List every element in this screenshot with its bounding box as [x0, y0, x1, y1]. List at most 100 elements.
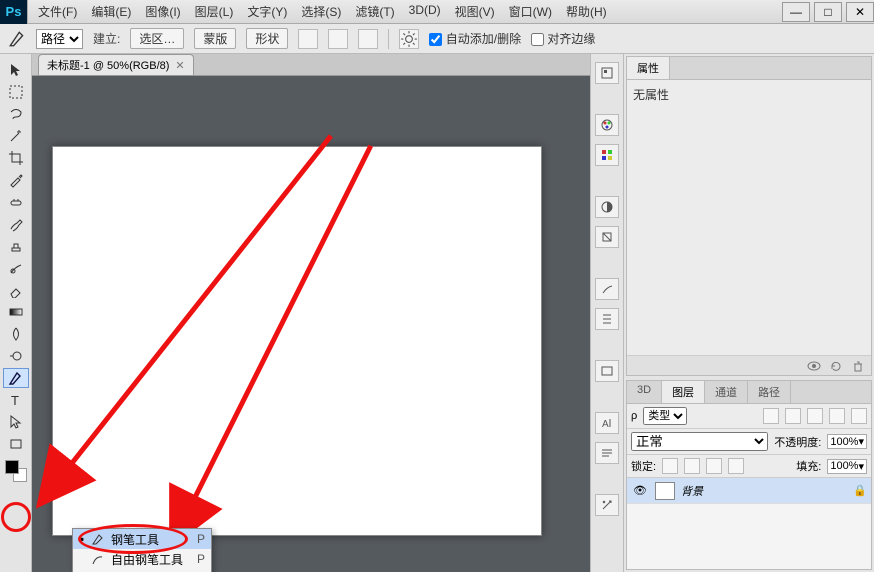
- foreground-color-icon[interactable]: [5, 460, 19, 474]
- properties-body: 无属性: [627, 80, 871, 355]
- titlebar: Ps 文件(F) 编辑(E) 图像(I) 图层(L) 文字(Y) 选择(S) 滤…: [0, 0, 874, 24]
- blend-mode-select[interactable]: 正常: [631, 432, 768, 451]
- color-swatch[interactable]: [5, 460, 27, 482]
- menu-image[interactable]: 图像(I): [145, 3, 180, 20]
- lock-transparency-icon[interactable]: [662, 458, 678, 474]
- gear-icon[interactable]: [399, 29, 419, 49]
- filter-pixel-icon[interactable]: [763, 408, 779, 424]
- opacity-value[interactable]: 100% ▾: [827, 434, 867, 449]
- clone-stamp-tool[interactable]: [3, 236, 29, 256]
- path-op-icon-1[interactable]: [298, 29, 318, 49]
- eye-icon[interactable]: [807, 359, 821, 373]
- menu-help[interactable]: 帮助(H): [566, 3, 607, 20]
- separator: [388, 29, 389, 49]
- menu-select[interactable]: 选择(S): [301, 3, 341, 20]
- move-tool[interactable]: [3, 60, 29, 80]
- make-selection-button[interactable]: 选区…: [130, 28, 184, 49]
- rectangle-tool[interactable]: [3, 434, 29, 454]
- tab-3d[interactable]: 3D: [627, 381, 662, 403]
- menu-view[interactable]: 视图(V): [455, 3, 495, 20]
- path-op-icon-2[interactable]: [328, 29, 348, 49]
- color-panel-icon[interactable]: [595, 114, 619, 136]
- tab-properties[interactable]: 属性: [627, 57, 670, 79]
- tool-mode-select[interactable]: 路径: [36, 29, 83, 49]
- lasso-tool[interactable]: [3, 104, 29, 124]
- menu-filter[interactable]: 滤镜(T): [355, 3, 394, 20]
- styles-panel-icon[interactable]: [595, 226, 619, 248]
- reset-icon[interactable]: [829, 359, 843, 373]
- maximize-button[interactable]: □: [814, 2, 842, 22]
- menu-file[interactable]: 文件(F): [38, 3, 77, 20]
- info-panel-icon[interactable]: [595, 360, 619, 382]
- filter-adjust-icon[interactable]: [785, 408, 801, 424]
- document-area: 未标题-1 @ 50%(RGB/8) ✕ ▪ 钢笔工具: [32, 54, 590, 572]
- healing-brush-tool[interactable]: [3, 192, 29, 212]
- character-panel-icon[interactable]: A: [595, 412, 619, 434]
- menu-3d[interactable]: 3D(D): [409, 3, 441, 20]
- canvas[interactable]: [52, 146, 542, 536]
- path-selection-tool[interactable]: [3, 412, 29, 432]
- tab-paths[interactable]: 路径: [748, 381, 791, 403]
- layer-thumbnail[interactable]: [655, 482, 675, 500]
- layer-row-background[interactable]: 👁 背景 🔒: [627, 478, 871, 504]
- marquee-tool[interactable]: [3, 82, 29, 102]
- close-button[interactable]: ✕: [846, 2, 874, 22]
- gradient-tool[interactable]: [3, 302, 29, 322]
- layer-visibility-icon[interactable]: 👁: [631, 484, 649, 497]
- make-mask-button[interactable]: 蒙版: [194, 28, 236, 49]
- crop-tool[interactable]: [3, 148, 29, 168]
- dodge-tool[interactable]: [3, 346, 29, 366]
- magic-wand-tool[interactable]: [3, 126, 29, 146]
- menu-type[interactable]: 文字(Y): [247, 3, 287, 20]
- brush-tool[interactable]: [3, 214, 29, 234]
- close-tab-icon[interactable]: ✕: [175, 59, 184, 72]
- document-tab-title: 未标题-1 @ 50%(RGB/8): [47, 57, 169, 73]
- flyout-item-pen[interactable]: ▪ 钢笔工具 P: [73, 529, 211, 549]
- filter-shape-icon[interactable]: [829, 408, 845, 424]
- trash-icon[interactable]: [851, 359, 865, 373]
- flyout-item-freeform-pen[interactable]: 自由钢笔工具 P: [73, 549, 211, 569]
- fill-value[interactable]: 100% ▾: [827, 459, 867, 474]
- document-tab[interactable]: 未标题-1 @ 50%(RGB/8) ✕: [38, 54, 194, 75]
- layer-name[interactable]: 背景: [681, 483, 703, 499]
- lock-all-icon[interactable]: [728, 458, 744, 474]
- right-panels: 属性 无属性 3D 图层 通道 路径 ρ 类型: [624, 54, 874, 572]
- filter-kind-select[interactable]: 类型: [643, 407, 687, 425]
- tool-presets-icon[interactable]: [595, 494, 619, 516]
- type-tool[interactable]: T: [3, 390, 29, 410]
- align-edges-option[interactable]: 对齐边缘: [531, 30, 595, 47]
- pen-tool[interactable]: [3, 368, 29, 388]
- auto-add-delete-checkbox[interactable]: [429, 33, 442, 46]
- path-op-icon-3[interactable]: [358, 29, 378, 49]
- menu-layer[interactable]: 图层(L): [195, 3, 234, 20]
- window-buttons: — □ ✕: [778, 2, 874, 22]
- filter-kind-icon[interactable]: ρ: [631, 410, 637, 422]
- canvas-zone: ▪ 钢笔工具 P 自由钢笔工具 P 添加锚点工具: [32, 76, 590, 572]
- menu-window[interactable]: 窗口(W): [509, 3, 552, 20]
- eraser-tool[interactable]: [3, 280, 29, 300]
- lock-pixels-icon[interactable]: [684, 458, 700, 474]
- align-edges-checkbox[interactable]: [531, 33, 544, 46]
- auto-add-delete-option[interactable]: 自动添加/删除: [429, 30, 521, 47]
- lock-icon: 🔒: [853, 484, 867, 497]
- history-brush-tool[interactable]: [3, 258, 29, 278]
- filter-type-icon[interactable]: [807, 408, 823, 424]
- pen-tool-flyout: ▪ 钢笔工具 P 自由钢笔工具 P 添加锚点工具: [72, 528, 212, 572]
- menu-edit[interactable]: 编辑(E): [91, 3, 131, 20]
- brush-presets-icon[interactable]: [595, 308, 619, 330]
- minimize-button[interactable]: —: [782, 2, 810, 22]
- lock-position-icon[interactable]: [706, 458, 722, 474]
- layers-blend-row: 正常 不透明度: 100% ▾: [627, 429, 871, 455]
- adjustments-panel-icon[interactable]: [595, 196, 619, 218]
- paragraph-panel-icon[interactable]: [595, 442, 619, 464]
- history-panel-icon[interactable]: [595, 62, 619, 84]
- tab-channels[interactable]: 通道: [705, 381, 748, 403]
- blur-tool[interactable]: [3, 324, 29, 344]
- swatches-panel-icon[interactable]: [595, 144, 619, 166]
- filter-smart-icon[interactable]: [851, 408, 867, 424]
- eyedropper-tool[interactable]: [3, 170, 29, 190]
- make-shape-button[interactable]: 形状: [246, 28, 288, 49]
- current-tool-icon[interactable]: [8, 30, 26, 48]
- tab-layers[interactable]: 图层: [662, 381, 705, 403]
- brush-panel-icon[interactable]: [595, 278, 619, 300]
